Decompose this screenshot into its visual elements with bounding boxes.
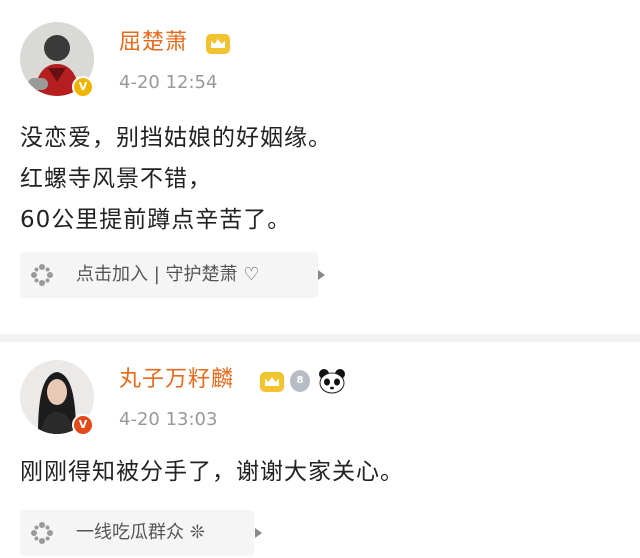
username[interactable]: 屈楚萧 xyxy=(119,30,188,56)
crown-icon[interactable] xyxy=(260,372,284,392)
topic-label: 一线吃瓜群众 ❊ xyxy=(76,522,205,543)
timestamp[interactable]: 4-20 12:54 xyxy=(119,72,217,94)
sparkle-icon xyxy=(31,522,53,544)
topic-chip[interactable]: 一线吃瓜群众 ❊ xyxy=(20,510,262,556)
post-line: 红螺寺风景不错， xyxy=(20,166,212,192)
post-line: 刚刚得知被分手了，谢谢大家关心。 xyxy=(20,459,404,485)
verified-badge: V xyxy=(72,76,94,98)
post-line: 60公里提前蹲点辛苦了。 xyxy=(20,207,292,233)
post-body: 没恋爱，别挡姑娘的好姻缘。 红螺寺风景不错， 60公里提前蹲点辛苦了。 xyxy=(20,118,332,241)
username[interactable]: 丸子万籽麟 xyxy=(119,367,234,393)
chevron-right-icon xyxy=(318,270,325,280)
topic-chip[interactable]: 点击加入 | 守护楚萧 ♡ xyxy=(20,252,325,298)
divider xyxy=(0,334,640,342)
verified-badge: V xyxy=(72,414,94,436)
post-line: 没恋爱，别挡姑娘的好姻缘。 xyxy=(20,125,332,151)
post-body: 刚刚得知被分手了，谢谢大家关心。 xyxy=(20,452,404,493)
chevron-right-icon xyxy=(255,528,262,538)
medal-icon[interactable]: 8 xyxy=(290,370,310,392)
panda-icon[interactable] xyxy=(318,368,346,394)
post-1: V 屈楚萧 4-20 12:54 没恋爱，别挡姑娘的好姻缘。 红螺寺风景不错， … xyxy=(0,0,640,334)
timestamp[interactable]: 4-20 13:03 xyxy=(119,409,217,431)
topic-label: 点击加入 | 守护楚萧 ♡ xyxy=(76,264,260,285)
sparkle-icon xyxy=(31,264,53,286)
crown-icon[interactable] xyxy=(206,34,230,54)
